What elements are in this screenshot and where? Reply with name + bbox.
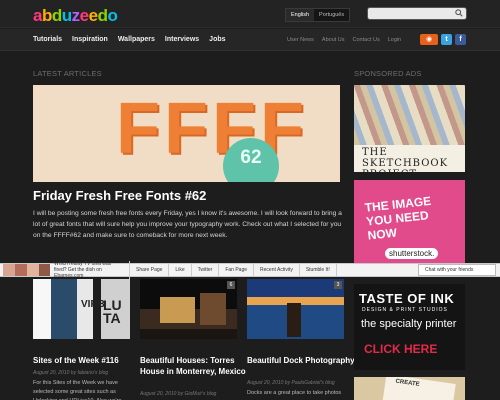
article-title[interactable]: Beautiful Houses: Torres House in Monter… (140, 355, 250, 377)
ad-create-text: CREATE (382, 377, 456, 400)
ad-sketchbook-title: THE SKETCHBOOK PROJECT (362, 147, 449, 172)
ad-create[interactable]: CREATE (354, 377, 465, 400)
toolbar-ad-text[interactable]: Which reality TV diva was fired? Get the… (50, 261, 130, 279)
nav-inspiration[interactable]: Inspiration (72, 29, 108, 51)
search-input[interactable] (368, 14, 454, 26)
like-button[interactable]: Like (169, 264, 192, 276)
article-title[interactable]: Sites of the Week #116 (33, 355, 143, 366)
chat-button[interactable]: Chat with your friends (418, 264, 496, 276)
nav-tutorials[interactable]: Tutorials (33, 29, 62, 51)
hero-title[interactable]: Friday Fresh Free Fonts #62 (33, 188, 206, 203)
ad-sketchbook-project[interactable]: THE SKETCHBOOK PROJECT (354, 85, 465, 172)
social-toolbar: Which reality TV diva was fired? Get the… (0, 261, 500, 279)
search-box (367, 7, 467, 26)
latest-articles-label: LATEST ARTICLES (33, 69, 102, 78)
article-thumbnail[interactable]: 6 (140, 279, 237, 339)
ad-taste-of-ink-title: TASTE OF INK (359, 291, 455, 306)
social-links: ◉ t f (420, 34, 466, 45)
share-page-button[interactable]: Share Page (130, 264, 170, 276)
article-thumbnail[interactable]: 3 (247, 279, 344, 339)
article-thumbnail[interactable]: VIRB LU TA (33, 279, 130, 339)
utility-nav: User News About Us Contact Us Login (287, 29, 401, 51)
ad-click-here[interactable]: CLICK HERE (364, 342, 437, 356)
ad-taste-of-ink[interactable]: TASTE OF INK DESIGN & PRINT STUDIOS the … (354, 284, 465, 370)
article-title[interactable]: Beautiful Dock Photography (247, 355, 357, 366)
recent-activity-button[interactable]: Recent Activity (254, 264, 300, 276)
article-meta: August 20, 2010 by fabiano's blog (33, 370, 109, 376)
lang-portuguese[interactable]: Português (314, 9, 349, 21)
ad-shutterstock-headline: THE IMAGE YOU NEED NOW (364, 193, 432, 243)
ad-sketchbook-image (354, 85, 465, 145)
ad-taste-of-ink-subtitle: DESIGN & PRINT STUDIOS (362, 307, 448, 313)
nav-about-us[interactable]: About Us (322, 29, 345, 51)
language-switcher: English Português (285, 8, 351, 22)
twitter-button[interactable]: Twitter (192, 264, 220, 276)
lang-english[interactable]: English (286, 9, 315, 21)
article-excerpt: For this Sites of the Week we have selec… (33, 380, 122, 400)
hero-image-text: FFFF (116, 89, 308, 169)
ad-shutterstock[interactable]: THE IMAGE YOU NEED NOW shutterstock. (354, 180, 465, 266)
nav-user-news[interactable]: User News (287, 29, 314, 51)
article-meta: August 20, 2010 by GioMuir's blog (140, 391, 217, 397)
article-meta: August 20, 2010 by PauloGabriel's blog (247, 380, 335, 386)
fan-page-button[interactable]: Fan Page (219, 264, 255, 276)
article-number-badge: 6 (227, 281, 235, 289)
stumble-button[interactable]: Stumble It! (300, 264, 337, 276)
main-navbar: Tutorials Inspiration Wallpapers Intervi… (0, 29, 500, 51)
site-logo[interactable]: abduzeedo (33, 6, 118, 26)
article-excerpt: Docks are a great place to take photos (247, 390, 342, 396)
ad-shutterstock-logo: shutterstock. (385, 248, 439, 259)
toolbar-ad-image[interactable] (3, 264, 50, 276)
main-nav: Tutorials Inspiration Wallpapers Intervi… (33, 29, 226, 51)
nav-contact-us[interactable]: Contact Us (353, 29, 380, 51)
sponsored-ads-label: SPONSORED ADS (354, 69, 422, 78)
top-bar: abduzeedo English Português (0, 0, 500, 28)
article-number-badge: 3 (334, 281, 342, 289)
twitter-icon[interactable]: t (441, 34, 452, 45)
hero-excerpt: I will be posting some fresh free fonts … (33, 210, 342, 239)
facebook-icon[interactable]: f (455, 34, 466, 45)
nav-wallpapers[interactable]: Wallpapers (118, 29, 155, 51)
hero-image[interactable]: FFFF 62 (33, 85, 340, 182)
nav-login[interactable]: Login (388, 29, 401, 51)
search-icon[interactable] (455, 9, 463, 17)
nav-interviews[interactable]: Interviews (165, 29, 199, 51)
ad-taste-of-ink-tagline: the specialty printer (361, 318, 457, 330)
nav-jobs[interactable]: Jobs (209, 29, 225, 51)
rss-icon[interactable]: ◉ (420, 34, 438, 45)
